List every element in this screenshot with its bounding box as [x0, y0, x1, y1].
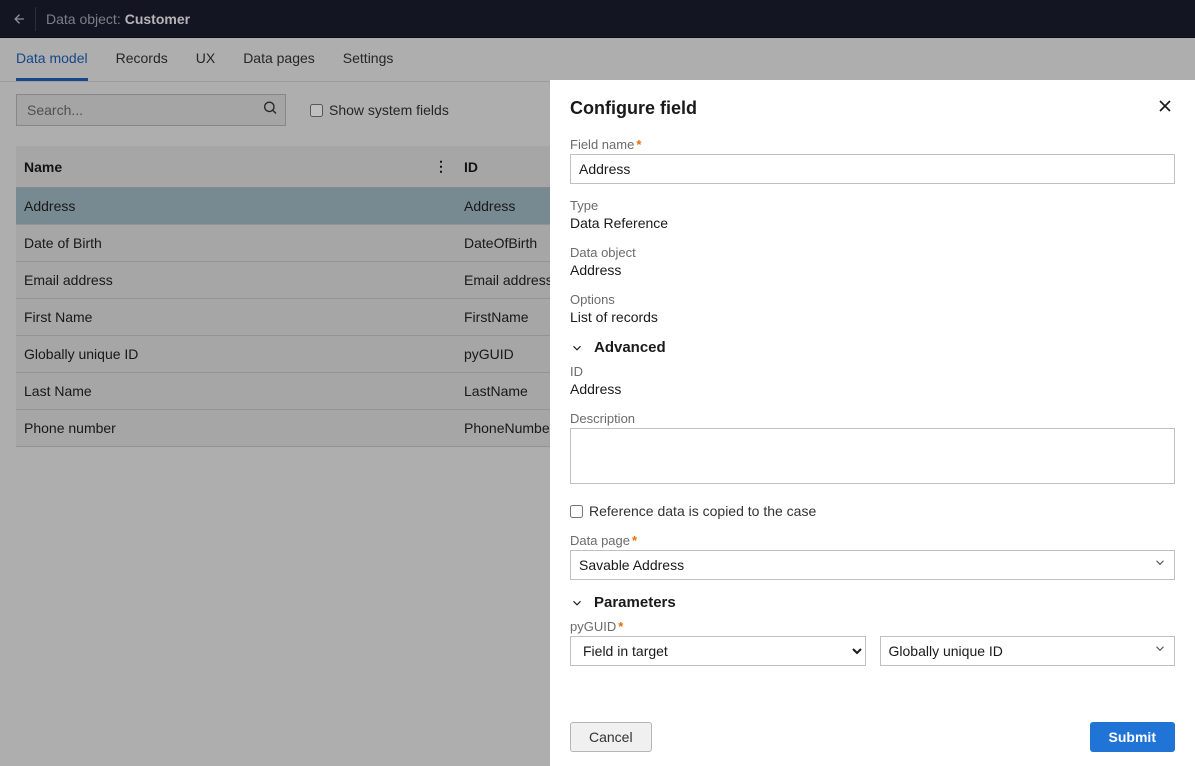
data-page-label: Data page*	[570, 533, 1175, 548]
panel-body: Field name* Type Data Reference Data obj…	[550, 131, 1195, 708]
panel-footer: Cancel Submit	[550, 708, 1195, 766]
id-value: Address	[570, 381, 1175, 397]
copy-ref-group: Reference data is copied to the case	[570, 503, 1175, 519]
submit-button[interactable]: Submit	[1090, 722, 1175, 752]
pyguid-group: pyGUID* Field in target	[570, 619, 1175, 666]
data-object-label: Data object	[570, 245, 1175, 260]
copy-ref-row[interactable]: Reference data is copied to the case	[570, 503, 1175, 519]
data-page-group: Data page*	[570, 533, 1175, 580]
configure-field-panel: Configure field Field name* Type Data Re…	[550, 80, 1195, 766]
id-label: ID	[570, 364, 1175, 379]
panel-title: Configure field	[570, 98, 697, 119]
panel-header: Configure field	[550, 80, 1195, 131]
options-value: List of records	[570, 309, 1175, 325]
chevron-down-icon	[570, 596, 584, 610]
chevron-down-icon	[570, 341, 584, 355]
pyguid-label: pyGUID*	[570, 619, 1175, 634]
field-name-group: Field name*	[570, 137, 1175, 184]
type-label: Type	[570, 198, 1175, 213]
pyguid-value-select[interactable]	[880, 636, 1176, 666]
parameters-section-header[interactable]: Parameters	[570, 594, 1175, 611]
copy-ref-checkbox[interactable]	[570, 505, 583, 518]
data-object-group: Data object Address	[570, 245, 1175, 278]
description-label: Description	[570, 411, 1175, 426]
description-group: Description	[570, 411, 1175, 489]
type-value: Data Reference	[570, 215, 1175, 231]
data-object-value: Address	[570, 262, 1175, 278]
advanced-section-header[interactable]: Advanced	[570, 339, 1175, 356]
data-page-select[interactable]	[570, 550, 1175, 580]
field-name-label: Field name*	[570, 137, 1175, 152]
options-label: Options	[570, 292, 1175, 307]
close-icon	[1155, 96, 1175, 116]
options-group: Options List of records	[570, 292, 1175, 325]
description-input[interactable]	[570, 428, 1175, 484]
pyguid-type-select[interactable]: Field in target	[570, 636, 866, 666]
id-group: ID Address	[570, 364, 1175, 397]
cancel-button[interactable]: Cancel	[570, 722, 652, 752]
type-group: Type Data Reference	[570, 198, 1175, 231]
copy-ref-label: Reference data is copied to the case	[589, 503, 816, 519]
close-button[interactable]	[1155, 96, 1175, 121]
field-name-input[interactable]	[570, 154, 1175, 184]
